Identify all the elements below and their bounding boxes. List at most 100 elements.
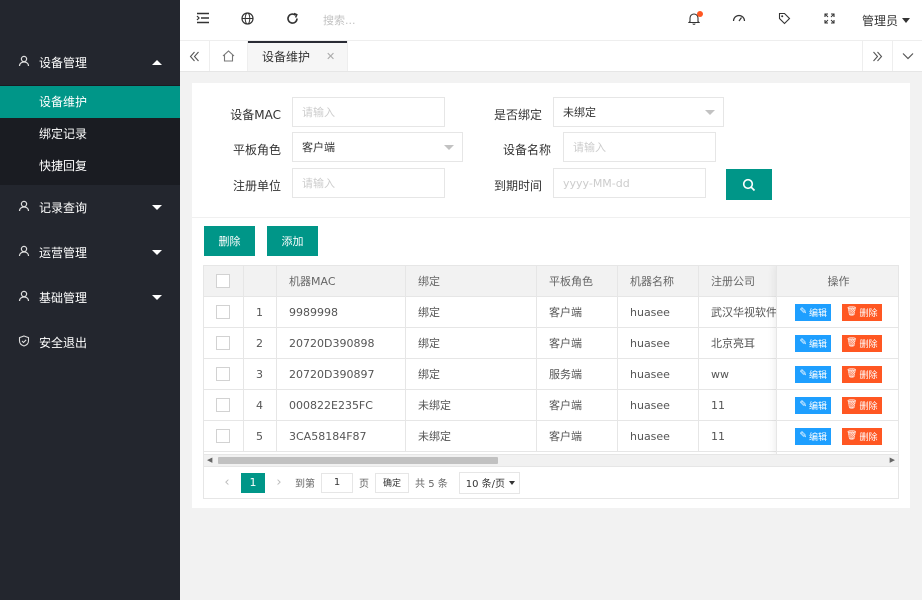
confirm-page-button[interactable]: 确定 [375,472,410,493]
cell-bound: 绑定 [406,297,537,327]
cell-role: 服务端 [537,359,618,389]
scrollbar-thumb[interactable] [218,457,498,464]
device-name-input[interactable]: 请输入 [563,132,716,162]
bound-select[interactable]: 未绑定 [553,97,724,127]
next-page-icon[interactable]: › [269,475,289,490]
sidebar-submenu: 设备维护 绑定记录 快捷回复 [0,85,180,185]
row-checkbox[interactable] [216,336,230,350]
theme-palette-icon[interactable] [717,12,762,28]
scroll-right-arrow-icon[interactable]: ▶ [890,456,895,464]
action-row: ✎ 编辑 🗑 删除 [777,390,898,421]
edit-button[interactable]: ✎ 编辑 [795,427,832,445]
tab-device-maintenance[interactable]: 设备维护 ✕ [248,41,349,71]
pencil-icon: ✎ [799,431,808,441]
sidebar-logo-area [0,0,180,40]
tab-label: 设备维护 [262,49,311,64]
delete-button[interactable]: 删除 [204,226,255,256]
cell-role: 客户端 [537,297,618,327]
delete-row-button[interactable]: 🗑 删除 [842,334,882,352]
search-button[interactable] [726,169,772,200]
bound-select-value: 未绑定 [563,106,596,119]
cell-mac: 3CA58184F87 [277,421,406,451]
table-header-row: 机器MAC 绑定 平板角色 机器名称 注册公司 [204,266,819,297]
close-icon[interactable]: ✕ [326,50,335,63]
user-icon [18,245,32,260]
page-size-select[interactable]: 10 条/页 [458,471,521,494]
header-mac: 机器MAC [277,266,406,296]
sidebar-group-device[interactable]: 设备管理 [0,40,180,85]
delete-row-button[interactable]: 🗑 删除 [842,427,882,445]
home-icon[interactable] [210,41,248,71]
bell-icon[interactable] [672,10,717,29]
select-all-checkbox[interactable] [216,274,230,288]
row-checkbox[interactable] [216,367,230,381]
tabs-scroll-left-icon[interactable] [180,41,210,71]
refresh-icon[interactable] [270,12,315,29]
add-button[interactable]: 添加 [267,226,318,256]
expire-date-input[interactable]: yyyy-MM-dd [553,168,706,198]
table-row: 4 000822E235FC 未绑定 客户端 huasee 11 [204,390,819,421]
unit-input[interactable]: 请输入 [292,168,445,198]
prev-page-icon[interactable]: ‹ [217,475,237,490]
edit-button[interactable]: ✎ 编辑 [795,303,832,321]
header-search[interactable]: 搜索... [323,12,356,28]
chevron-down-icon [152,295,162,300]
sidebar-group-records[interactable]: 记录查询 [0,185,180,230]
mac-input[interactable]: 请输入 [292,97,445,127]
role-select[interactable]: 客户端 [292,132,463,162]
edit-label: 编辑 [809,308,828,319]
caret-down-icon [902,17,910,23]
sidebar-item-device-maintenance[interactable]: 设备维护 [0,86,180,118]
row-checkbox[interactable] [216,398,230,412]
edit-button[interactable]: ✎ 编辑 [795,334,832,352]
cell-bound: 未绑定 [406,390,537,420]
content-panel: 设备MAC 请输入 是否绑定 未绑定 平板角色 客户端 设备名称 请输入 注册单… [192,83,910,508]
scroll-left-arrow-icon[interactable]: ◀ [207,456,212,464]
edit-button[interactable]: ✎ 编辑 [795,396,832,414]
unit-label: 注册单位 [232,179,281,193]
cell-mac: 000822E235FC [277,390,406,420]
page-input[interactable]: 1 [321,472,353,493]
delete-label: 删除 [859,339,878,350]
expire-label: 到期时间 [493,179,542,193]
delete-row-button[interactable]: 🗑 删除 [842,303,882,321]
sidebar-group-label: 设备管理 [39,56,88,70]
delete-row-button[interactable]: 🗑 删除 [842,396,882,414]
device-name-label: 设备名称 [502,143,551,157]
sidebar-group-operations[interactable]: 运营管理 [0,230,180,275]
tabs-scroll-right-icon[interactable] [862,41,892,71]
fullscreen-icon[interactable] [807,12,852,28]
row-checkbox-cell [204,390,244,420]
trash-icon: 🗑 [846,307,858,317]
delete-row-button[interactable]: 🗑 删除 [842,365,882,383]
horizontal-scrollbar[interactable]: ◀ ▶ [204,454,898,466]
cell-index: 1 [244,297,277,327]
row-checkbox[interactable] [216,429,230,443]
tag-icon[interactable] [762,12,807,29]
tab-bar: 设备维护 ✕ [180,40,922,72]
globe-icon[interactable] [225,11,270,29]
goto-label: 到第 [295,479,315,490]
menu-toggle-icon[interactable] [180,12,225,28]
tabs-dropdown-icon[interactable] [892,41,922,71]
cell-bound: 绑定 [406,359,537,389]
bound-label: 是否绑定 [493,108,542,122]
row-checkbox[interactable] [216,305,230,319]
sidebar-group-basic[interactable]: 基础管理 [0,275,180,320]
edit-button[interactable]: ✎ 编辑 [795,365,832,383]
shield-icon [18,335,32,350]
row-checkbox-cell [204,359,244,389]
sidebar-item-binding-records[interactable]: 绑定记录 [0,118,180,150]
sidebar: 设备管理 设备维护 绑定记录 快捷回复 记录查询 运营管理 基础管理 安全退出 [0,0,180,600]
header-checkbox-cell [204,266,244,296]
admin-label: 管理员 [861,13,898,28]
sidebar-item-logout[interactable]: 安全退出 [0,320,180,365]
sidebar-item-quick-reply[interactable]: 快捷回复 [0,150,180,182]
sidebar-item-label: 安全退出 [39,336,88,350]
page-unit: 页 [359,479,369,490]
delete-label: 删除 [859,308,878,319]
current-page[interactable]: 1 [241,472,265,493]
admin-menu[interactable]: 管理员 [852,12,922,29]
table-row: 5 3CA58184F87 未绑定 客户端 huasee 11 [204,421,819,452]
table-row: 1 9989998 绑定 客户端 huasee 武汉华视软件 [204,297,819,328]
